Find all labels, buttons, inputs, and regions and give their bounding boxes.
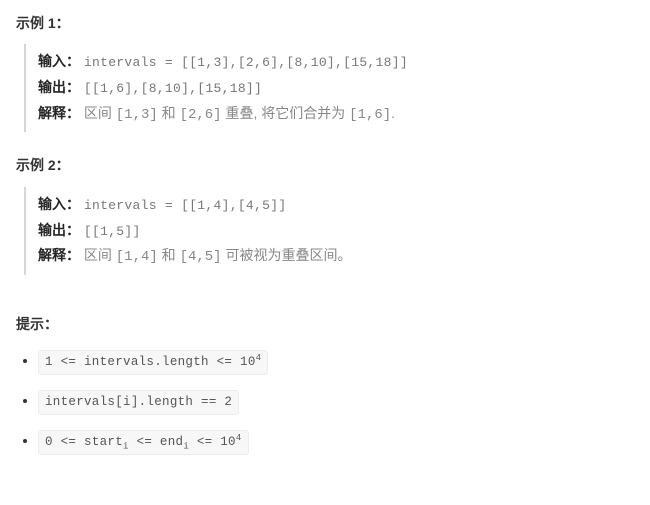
codechip-text: <= end — [129, 435, 184, 449]
hints-list: 1 <= intervals.length <= 104 intervals[i… — [16, 349, 634, 455]
codechip-text: intervals[i].length == 2 — [45, 395, 232, 409]
explain-part: 可被视为重叠区间。 — [222, 247, 352, 263]
explain-code: [1,3] — [116, 107, 158, 123]
input-label: 输入： — [38, 53, 80, 69]
codechip-sup: 4 — [236, 433, 242, 443]
codechip-text: 1 <= intervals.length <= 10 — [45, 355, 256, 369]
explain-part: 区间 — [84, 247, 116, 263]
example-1-input: 输入： intervals = [[1,3],[2,6],[8,10],[15,… — [38, 50, 634, 74]
input-label: 输入： — [38, 196, 80, 212]
explain-code: [4,5] — [180, 249, 222, 265]
explain-code: [2,6] — [180, 107, 222, 123]
list-item: 1 <= intervals.length <= 104 — [38, 349, 634, 375]
example-2-block: 输入： intervals = [[1,4],[4,5]] 输出： [[1,5]… — [24, 187, 634, 275]
explain-code: [1,6] — [349, 107, 391, 123]
hints-heading: 提示： — [16, 313, 634, 335]
example-2-explain: 解释： 区间 [1,4] 和 [4,5] 可被视为重叠区间。 — [38, 244, 634, 268]
explain-label: 解释： — [38, 247, 80, 263]
output-code: [[1,5]] — [84, 224, 141, 239]
list-item: 0 <= starti <= endi <= 104 — [38, 429, 634, 455]
input-code: intervals = [[1,4],[4,5]] — [84, 198, 287, 213]
codechip-text: <= 10 — [189, 435, 236, 449]
constraint-code: 1 <= intervals.length <= 104 — [38, 350, 268, 375]
explain-text: 区间 [1,3] 和 [2,6] 重叠, 将它们合并为 [1,6]. — [84, 105, 395, 121]
list-item: intervals[i].length == 2 — [38, 389, 634, 415]
example-1-block: 输入： intervals = [[1,3],[2,6],[8,10],[15,… — [24, 44, 634, 132]
explain-text: 区间 [1,4] 和 [4,5] 可被视为重叠区间。 — [84, 247, 352, 263]
example-2-input: 输入： intervals = [[1,4],[4,5]] — [38, 193, 634, 217]
explain-part: 重叠, 将它们合并为 — [222, 105, 350, 121]
constraint-code: intervals[i].length == 2 — [38, 390, 239, 415]
explain-part: . — [391, 105, 395, 121]
explain-part: 区间 — [84, 105, 116, 121]
input-code: intervals = [[1,3],[2,6],[8,10],[15,18]] — [84, 55, 408, 70]
example-1-output: 输出： [[1,6],[8,10],[15,18]] — [38, 76, 634, 100]
codechip-text: 0 <= start — [45, 435, 123, 449]
example-2-heading: 示例 2： — [16, 154, 634, 176]
explain-label: 解释： — [38, 105, 80, 121]
explain-part: 和 — [158, 247, 180, 263]
explain-part: 和 — [158, 105, 180, 121]
output-code: [[1,6],[8,10],[15,18]] — [84, 81, 262, 96]
example-2-output: 输出： [[1,5]] — [38, 219, 634, 243]
codechip-sup: 4 — [256, 353, 262, 363]
example-1-heading: 示例 1： — [16, 12, 634, 34]
explain-code: [1,4] — [116, 249, 158, 265]
constraint-code: 0 <= starti <= endi <= 104 — [38, 430, 249, 455]
output-label: 输出： — [38, 79, 80, 95]
example-1-explain: 解释： 区间 [1,3] 和 [2,6] 重叠, 将它们合并为 [1,6]. — [38, 102, 634, 126]
output-label: 输出： — [38, 222, 80, 238]
